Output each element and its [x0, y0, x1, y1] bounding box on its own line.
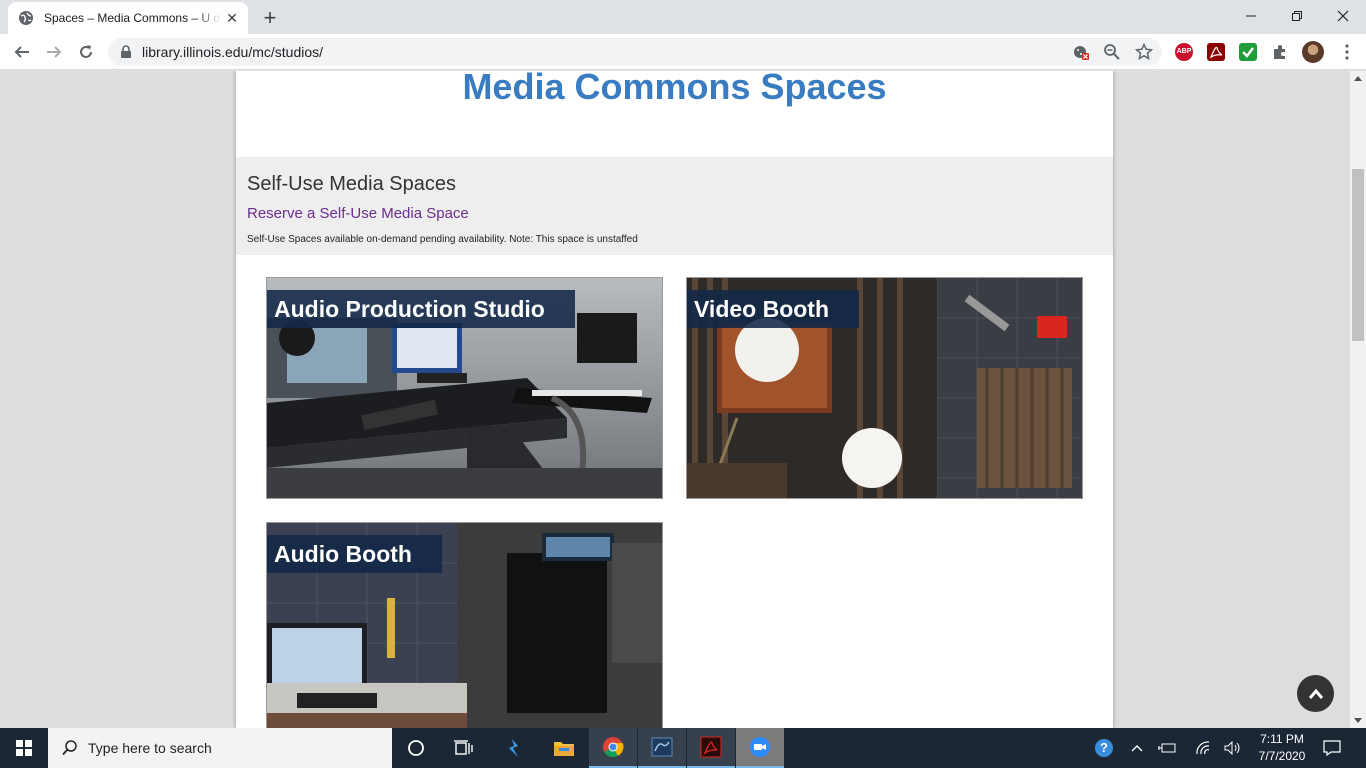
help-icon: ?: [1095, 739, 1113, 757]
windows-logo-icon: [16, 740, 32, 756]
reserve-self-use-link[interactable]: Reserve a Self-Use Media Space: [247, 205, 469, 222]
scroll-to-top-button[interactable]: [1297, 675, 1334, 712]
search-placeholder: Type here to search: [88, 740, 212, 756]
audio-production-studio-card[interactable]: Audio Production Studio: [266, 277, 663, 499]
clock-date: 7/7/2020: [1258, 749, 1306, 763]
close-window-button[interactable]: [1320, 0, 1366, 32]
wifi-tray-icon[interactable]: [1190, 728, 1216, 768]
battery-icon: [1158, 743, 1176, 753]
close-tab-icon[interactable]: ✕: [224, 10, 240, 26]
tray-overflow-button[interactable]: [1124, 728, 1150, 768]
adblock-extension-icon[interactable]: ABP: [1175, 43, 1193, 61]
help-tray-button[interactable]: ?: [1082, 728, 1126, 768]
lightning-icon: [509, 739, 518, 757]
wifi-icon: [1196, 741, 1210, 755]
task-view-button[interactable]: [440, 728, 488, 768]
start-button[interactable]: [0, 728, 48, 768]
cortana-circle-icon: [408, 740, 424, 756]
page-scrollbar[interactable]: [1350, 71, 1366, 728]
audio-booth-card[interactable]: Audio Booth: [266, 522, 663, 728]
reload-button[interactable]: [72, 38, 100, 66]
cortana-button[interactable]: [392, 728, 440, 768]
taskbar-search-box[interactable]: Type here to search: [48, 728, 392, 768]
card-label: Video Booth: [687, 290, 860, 328]
puzzle-extensions-icon[interactable]: [1271, 43, 1289, 61]
scroll-down-arrow-icon[interactable]: [1354, 718, 1362, 723]
zoom-video-icon: [750, 737, 770, 757]
browser-toolbar: library.illinois.edu/mc/studios/ ABP: [0, 34, 1366, 70]
volume-tray-icon[interactable]: [1220, 728, 1246, 768]
pdf-icon: [1209, 46, 1223, 59]
arrow-right-icon: [47, 46, 62, 58]
file-explorer-taskbar-button[interactable]: [540, 728, 588, 768]
zoom-taskbar-button[interactable]: [736, 728, 784, 768]
arrow-left-icon: [14, 46, 29, 58]
chevron-up-icon: [1308, 688, 1323, 699]
address-bar[interactable]: library.illinois.edu/mc/studios/: [108, 38, 1162, 66]
section-note: Self-Use Spaces available on-demand pend…: [247, 234, 638, 245]
forward-button[interactable]: [40, 38, 68, 66]
video-booth-card[interactable]: Video Booth: [686, 277, 1083, 499]
self-use-section: Self-Use Media Spaces Reserve a Self-Use…: [236, 157, 1113, 255]
bookmark-star-icon[interactable]: [1135, 43, 1153, 61]
page-viewport: Media Commons Spaces Self-Use Media Spac…: [0, 71, 1350, 728]
minimize-button[interactable]: [1228, 0, 1274, 32]
task-view-icon: [454, 740, 473, 755]
acrobat-taskbar-button[interactable]: [687, 728, 735, 768]
reload-icon: [80, 45, 92, 58]
back-button[interactable]: [8, 38, 36, 66]
chrome-taskbar-button[interactable]: [589, 728, 637, 768]
menu-dots-icon[interactable]: [1338, 43, 1356, 61]
scrollbar-thumb[interactable]: [1352, 169, 1364, 341]
card-label: Audio Production Studio: [267, 290, 575, 328]
page-title: Media Commons Spaces: [462, 71, 887, 107]
page-container: Media Commons Spaces Self-Use Media Spac…: [236, 71, 1113, 728]
svg-text:?: ?: [1100, 740, 1108, 755]
battery-tray-icon[interactable]: [1154, 728, 1180, 768]
cookie-blocked-icon[interactable]: [1072, 43, 1090, 61]
dolphin-icon: [651, 737, 673, 757]
chevron-up-icon: [1131, 745, 1143, 752]
minimize-icon: [1246, 15, 1256, 17]
acrobat-icon: [700, 736, 722, 758]
close-icon: [1337, 10, 1349, 22]
restore-button[interactable]: [1274, 0, 1320, 32]
browser-tab[interactable]: Spaces – Media Commons – U of I Library …: [8, 2, 248, 34]
new-tab-button[interactable]: +: [256, 5, 284, 33]
restore-icon: [1292, 11, 1302, 21]
taskbar-clock[interactable]: 7:11 PM 7/7/2020: [1252, 731, 1312, 765]
window-controls: [1228, 0, 1366, 32]
card-label: Audio Booth: [267, 535, 442, 573]
mysql-workbench-taskbar-button[interactable]: [638, 728, 686, 768]
speaker-icon: [1224, 741, 1240, 755]
search-icon: [62, 740, 77, 756]
notification-icon: [1323, 740, 1341, 756]
section-heading: Self-Use Media Spaces: [247, 173, 456, 195]
profile-avatar[interactable]: [1302, 41, 1324, 63]
tab-title: Spaces – Media Commons – U of I Library: [44, 11, 222, 25]
vscode-taskbar-button[interactable]: [490, 728, 538, 768]
scroll-up-arrow-icon[interactable]: [1354, 76, 1362, 81]
browser-tab-bar: Spaces – Media Commons – U of I Library …: [0, 0, 1366, 34]
clock-time: 7:11 PM: [1260, 732, 1304, 746]
checkmark-extension-icon[interactable]: [1239, 43, 1257, 61]
check-icon: [1242, 47, 1254, 58]
globe-icon: [19, 11, 33, 25]
folder-icon: [554, 742, 574, 756]
chrome-icon: [603, 737, 624, 758]
zoom-icon[interactable]: [1103, 43, 1121, 61]
acrobat-extension-icon[interactable]: [1207, 43, 1225, 61]
notifications-button[interactable]: [1310, 728, 1354, 768]
url-text: library.illinois.edu/mc/studios/: [142, 44, 324, 60]
lock-icon: [121, 45, 131, 58]
windows-taskbar: Type here to search ? 7:11 PM 7/7/2020: [0, 728, 1366, 768]
